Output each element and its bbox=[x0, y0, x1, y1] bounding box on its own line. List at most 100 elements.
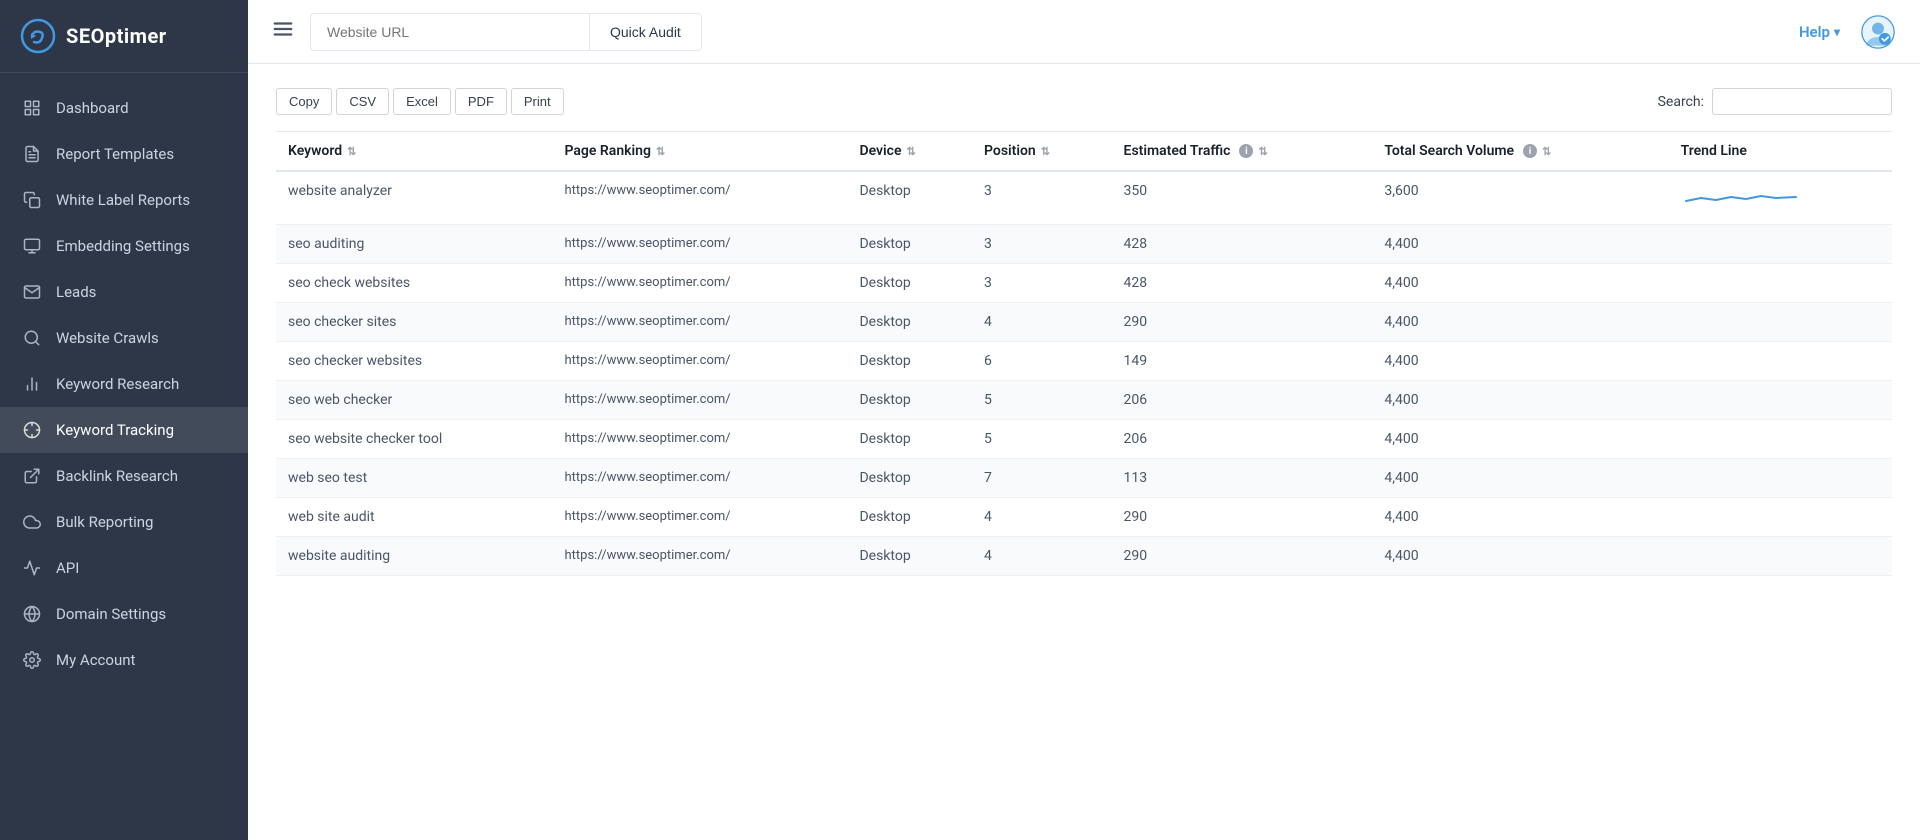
copy-button[interactable]: Copy bbox=[276, 88, 332, 115]
sidebar-item-leads[interactable]: Leads bbox=[0, 269, 248, 315]
sidebar-item-report-templates[interactable]: Report Templates bbox=[0, 131, 248, 177]
th-device-label: Device bbox=[859, 143, 901, 159]
table-row: website auditing https://www.seoptimer.c… bbox=[276, 537, 1892, 576]
total-search-volume-info-icon[interactable]: i bbox=[1523, 144, 1537, 158]
td-page-ranking[interactable]: https://www.seoptimer.com/ bbox=[553, 537, 848, 576]
sidebar-item-keyword-tracking-label: Keyword Tracking bbox=[56, 421, 174, 439]
print-button[interactable]: Print bbox=[511, 88, 564, 115]
table-row: web seo test https://www.seoptimer.com/ … bbox=[276, 459, 1892, 498]
help-label: Help bbox=[1799, 23, 1830, 41]
td-page-ranking[interactable]: https://www.seoptimer.com/ bbox=[553, 498, 848, 537]
pdf-button[interactable]: PDF bbox=[455, 88, 507, 115]
quick-audit-button[interactable]: Quick Audit bbox=[590, 13, 702, 51]
th-trend-line: Trend Line bbox=[1669, 132, 1892, 172]
cloud-icon bbox=[22, 512, 42, 532]
td-page-ranking[interactable]: https://www.seoptimer.com/ bbox=[553, 225, 848, 264]
td-trend-line bbox=[1669, 537, 1892, 576]
td-total-search-volume: 4,400 bbox=[1372, 225, 1668, 264]
td-page-ranking[interactable]: https://www.seoptimer.com/ bbox=[553, 420, 848, 459]
td-total-search-volume: 4,400 bbox=[1372, 303, 1668, 342]
sidebar-item-dashboard[interactable]: Dashboard bbox=[0, 85, 248, 131]
hamburger-menu-button[interactable] bbox=[272, 18, 294, 45]
main-content: Copy CSV Excel PDF Print Search: Keyword… bbox=[248, 64, 1920, 840]
td-position: 4 bbox=[972, 303, 1112, 342]
td-keyword: seo web checker bbox=[276, 381, 553, 420]
search-icon bbox=[22, 328, 42, 348]
td-page-ranking[interactable]: https://www.seoptimer.com/ bbox=[553, 171, 848, 225]
td-device: Desktop bbox=[847, 264, 972, 303]
search-area: Search: bbox=[1658, 88, 1892, 115]
excel-button[interactable]: Excel bbox=[393, 88, 451, 115]
th-device[interactable]: Device⇅ bbox=[847, 132, 972, 172]
td-page-ranking[interactable]: https://www.seoptimer.com/ bbox=[553, 342, 848, 381]
td-trend-line bbox=[1669, 264, 1892, 303]
td-keyword: web site audit bbox=[276, 498, 553, 537]
td-device: Desktop bbox=[847, 537, 972, 576]
sidebar-item-dashboard-label: Dashboard bbox=[56, 99, 129, 117]
td-trend-line bbox=[1669, 303, 1892, 342]
th-estimated-traffic-label: Estimated Traffic bbox=[1124, 143, 1231, 159]
th-position-label: Position bbox=[984, 143, 1036, 159]
grid-icon bbox=[22, 98, 42, 118]
sidebar-item-domain-settings[interactable]: Domain Settings bbox=[0, 591, 248, 637]
td-page-ranking[interactable]: https://www.seoptimer.com/ bbox=[553, 381, 848, 420]
td-page-ranking[interactable]: https://www.seoptimer.com/ bbox=[553, 459, 848, 498]
sidebar-item-leads-label: Leads bbox=[56, 283, 96, 301]
estimated-traffic-info-icon[interactable]: i bbox=[1239, 144, 1253, 158]
sidebar-item-api[interactable]: API bbox=[0, 545, 248, 591]
sidebar-item-my-account[interactable]: My Account bbox=[0, 637, 248, 683]
csv-button[interactable]: CSV bbox=[336, 88, 389, 115]
td-position: 4 bbox=[972, 537, 1112, 576]
td-trend-line bbox=[1669, 498, 1892, 537]
sort-icon-position: ⇅ bbox=[1041, 145, 1050, 158]
sort-icon-estimated-traffic: ⇅ bbox=[1258, 145, 1267, 158]
th-total-search-volume[interactable]: Total Search Volume i ⇅ bbox=[1372, 132, 1668, 172]
search-input[interactable] bbox=[1712, 88, 1892, 115]
sidebar-navigation: Dashboard Report Templates White Label R… bbox=[0, 73, 248, 695]
td-total-search-volume: 4,400 bbox=[1372, 420, 1668, 459]
globe-icon bbox=[22, 604, 42, 624]
td-position: 3 bbox=[972, 225, 1112, 264]
th-trend-line-label: Trend Line bbox=[1681, 143, 1747, 159]
td-total-search-volume: 4,400 bbox=[1372, 498, 1668, 537]
td-position: 6 bbox=[972, 342, 1112, 381]
th-page-ranking[interactable]: Page Ranking⇅ bbox=[553, 132, 848, 172]
sidebar-item-embedding[interactable]: Embedding Settings bbox=[0, 223, 248, 269]
help-dropdown-button[interactable]: Help ▾ bbox=[1799, 23, 1840, 41]
sidebar-item-white-label-label: White Label Reports bbox=[56, 191, 190, 209]
td-estimated-traffic: 206 bbox=[1112, 381, 1373, 420]
td-estimated-traffic: 149 bbox=[1112, 342, 1373, 381]
bar-chart-icon bbox=[22, 374, 42, 394]
seoptimer-logo-icon bbox=[20, 18, 56, 54]
sidebar-item-white-label[interactable]: White Label Reports bbox=[0, 177, 248, 223]
td-page-ranking[interactable]: https://www.seoptimer.com/ bbox=[553, 264, 848, 303]
th-keyword[interactable]: Keyword⇅ bbox=[276, 132, 553, 172]
sidebar-item-keyword-research[interactable]: Keyword Research bbox=[0, 361, 248, 407]
website-url-input[interactable] bbox=[310, 13, 590, 51]
user-avatar-button[interactable] bbox=[1860, 14, 1896, 50]
th-estimated-traffic[interactable]: Estimated Traffic i ⇅ bbox=[1112, 132, 1373, 172]
sidebar: SEOptimer Dashboard Report Templates bbox=[0, 0, 248, 840]
td-trend-line bbox=[1669, 459, 1892, 498]
td-trend-line bbox=[1669, 171, 1892, 225]
crosshair-icon bbox=[22, 420, 42, 440]
sidebar-item-bulk-reporting[interactable]: Bulk Reporting bbox=[0, 499, 248, 545]
th-position[interactable]: Position ⇅ bbox=[972, 132, 1112, 172]
sidebar-item-keyword-tracking[interactable]: Keyword Tracking bbox=[0, 407, 248, 453]
table-row: seo website checker tool https://www.seo… bbox=[276, 420, 1892, 459]
sidebar-item-backlink-research[interactable]: Backlink Research bbox=[0, 453, 248, 499]
td-keyword: seo checker sites bbox=[276, 303, 553, 342]
td-keyword: seo checker websites bbox=[276, 342, 553, 381]
td-device: Desktop bbox=[847, 459, 972, 498]
td-position: 4 bbox=[972, 498, 1112, 537]
td-page-ranking[interactable]: https://www.seoptimer.com/ bbox=[553, 303, 848, 342]
mail-icon bbox=[22, 282, 42, 302]
sidebar-item-website-crawls[interactable]: Website Crawls bbox=[0, 315, 248, 361]
td-device: Desktop bbox=[847, 498, 972, 537]
help-chevron-icon: ▾ bbox=[1834, 25, 1840, 39]
td-keyword: seo website checker tool bbox=[276, 420, 553, 459]
keyword-tracking-table: Keyword⇅ Page Ranking⇅ Device⇅ Position⇅… bbox=[276, 131, 1892, 576]
td-estimated-traffic: 290 bbox=[1112, 303, 1373, 342]
sidebar-item-domain-settings-label: Domain Settings bbox=[56, 605, 166, 623]
td-keyword: seo auditing bbox=[276, 225, 553, 264]
